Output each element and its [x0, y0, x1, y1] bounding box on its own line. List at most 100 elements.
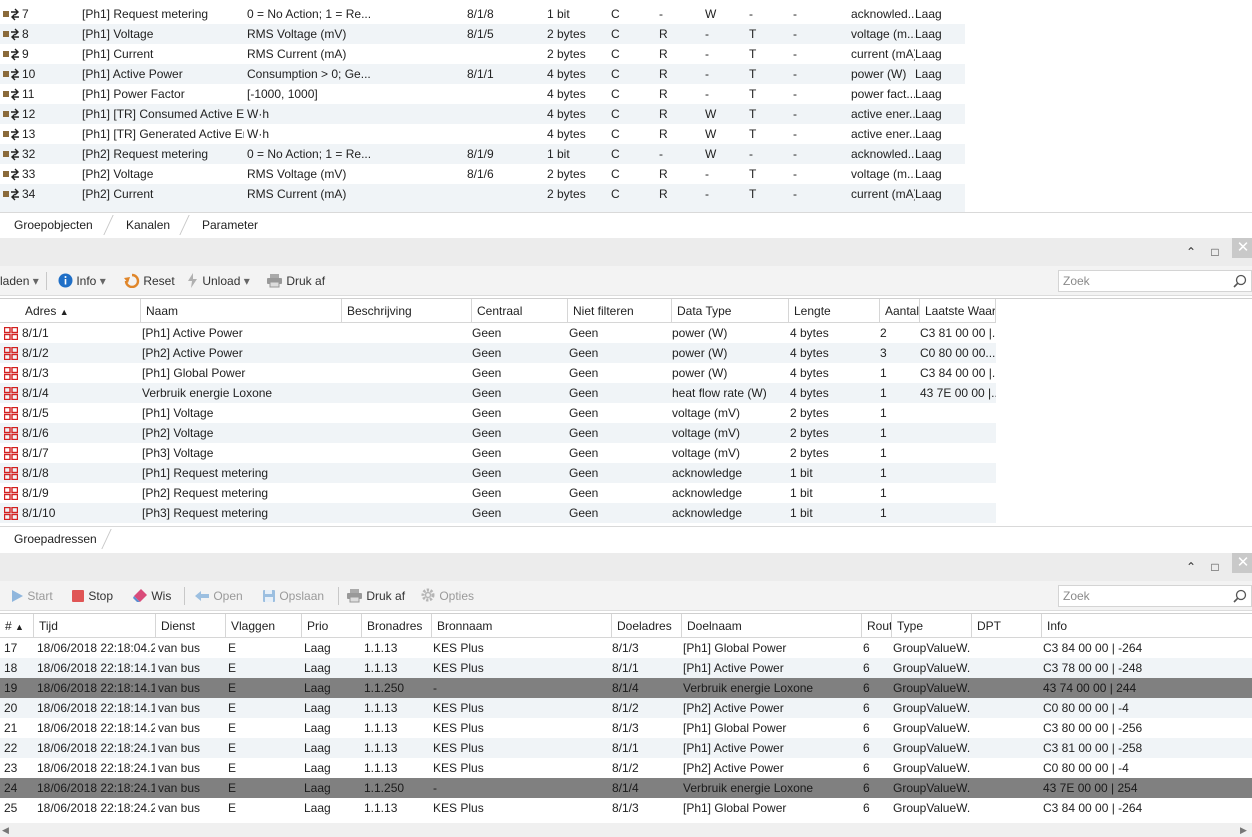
column-header-doeladres[interactable]: Doeladres	[612, 614, 682, 638]
ga-row[interactable]: 8/1/9 [Ph2] Request metering Geen Geen ackno…	[0, 483, 996, 503]
object-row[interactable]: 13 [Ph1] [TR] Generated Active En... W·h 4 …	[0, 124, 965, 144]
close-icon[interactable]: ✕	[1232, 238, 1252, 258]
search-icon[interactable]	[1233, 589, 1247, 603]
stop-button[interactable]: Stop	[71, 587, 113, 605]
column-header-dienst[interactable]: Dienst	[156, 614, 226, 638]
ga-row[interactable]: 8/1/7 [Ph3] Voltage Geen Geen voltage (mV) 2 …	[0, 443, 996, 463]
object-cell-func: RMS Voltage (mV)	[247, 167, 347, 181]
scroll-left-icon[interactable]: ◀	[2, 825, 12, 835]
column-header-vlaggen[interactable]: Vlaggen	[226, 614, 302, 638]
object-cell-name: [Ph2] Request metering	[82, 147, 209, 161]
object-cell-u: -	[793, 67, 797, 81]
clear-button[interactable]: Wis	[132, 587, 171, 605]
bus-monitor-table: # ▲ Tijd Dienst Vlaggen Prio Bronadres B…	[0, 613, 1252, 823]
monitor-row[interactable]: 23 18/06/2018 22:18:24.1... van bus E Laag 1.…	[0, 758, 1252, 778]
monitor-search-input[interactable]	[1059, 586, 1219, 606]
monitor-row[interactable]: 21 18/06/2018 22:18:14.219van bus E Laag 1.1…	[0, 718, 1252, 738]
column-header-beschrijving[interactable]: Beschrijving	[342, 299, 472, 323]
monitor-row[interactable]: 17 18/06/2018 22:18:04.2... van bus E Laag 1.…	[0, 638, 1252, 658]
open-button[interactable]: Open	[194, 587, 243, 605]
column-header-tijd[interactable]: Tijd	[34, 614, 156, 638]
maximize-icon[interactable]: □	[1207, 559, 1223, 575]
monitor-row[interactable]: 22 18/06/2018 22:18:24.1... van bus E Laag 1.…	[0, 738, 1252, 758]
object-row[interactable]: 33 [Ph2] Voltage RMS Voltage (mV) 8/1/6 2 by…	[0, 164, 965, 184]
object-row[interactable]: 11 [Ph1] Power Factor [-1000, 1000] 4 bytes…	[0, 84, 965, 104]
column-header-rout[interactable]: Rout	[862, 614, 892, 638]
object-row[interactable]: 10 [Ph1] Active Power Consumption > 0; Ge.…	[0, 64, 965, 84]
ga-search-box[interactable]	[1058, 270, 1252, 292]
close-icon[interactable]: ✕	[1232, 553, 1252, 573]
ga-row[interactable]: 8/1/1 [Ph1] Active Power Geen Geen power (W)…	[0, 323, 996, 343]
column-header-data-type[interactable]: Data Type	[672, 299, 789, 323]
column-header-laatste-waarde[interactable]: Laatste Waar	[920, 299, 996, 323]
ga-cell-len: 2 bytes	[790, 426, 829, 440]
column-header-number[interactable]: # ▲	[0, 614, 34, 638]
object-cell-addr	[467, 44, 545, 64]
monitor-cell-prio: Laag	[304, 681, 331, 695]
ga-row[interactable]: 8/1/6 [Ph2] Voltage Geen Geen voltage (mV) 2 …	[0, 423, 996, 443]
object-row[interactable]: 34 [Ph2] Current RMS Current (mA) 2 bytes C R…	[0, 184, 965, 204]
save-button[interactable]: Opslaan	[262, 587, 324, 605]
ga-row[interactable]: 8/1/4 Verbruik energie Loxone Geen Geen heat…	[0, 383, 996, 403]
horizontal-scrollbar[interactable]: ◀ ▶	[0, 823, 1252, 837]
ga-search-input[interactable]	[1059, 271, 1219, 291]
monitor-search-box[interactable]	[1058, 585, 1252, 607]
group-object-icon	[3, 168, 19, 181]
tab-groepobjecten[interactable]: Groepobjecten	[2, 213, 105, 237]
collapse-icon[interactable]: ⌃	[1183, 244, 1199, 260]
column-header-type[interactable]: Type	[892, 614, 972, 638]
printer-icon	[267, 274, 282, 288]
monitor-cell-rout: 6	[863, 781, 870, 795]
object-cell-addr: 8/1/5	[467, 27, 494, 41]
column-header-bronnaam[interactable]: Bronnaam	[432, 614, 612, 638]
column-header-adres[interactable]: Adres ▲	[20, 299, 141, 323]
object-row[interactable]: 9 [Ph1] Current RMS Current (mA) 2 bytes C R -…	[0, 44, 965, 64]
info-button[interactable]: Info ▾	[58, 272, 106, 290]
reset-button[interactable]: Reset	[124, 272, 175, 290]
ga-row[interactable]: 8/1/8 [Ph1] Request metering Geen Geen ackno…	[0, 463, 996, 483]
column-header-dpt[interactable]: DPT	[972, 614, 1042, 638]
ga-row[interactable]: 8/1/3 [Ph1] Global Power Geen Geen power (W)…	[0, 363, 996, 383]
object-row[interactable]: 8 [Ph1] Voltage RMS Voltage (mV) 8/1/5 2 byt…	[0, 24, 965, 44]
options-button[interactable]: Opties	[420, 587, 474, 605]
monitor-cell-srcname: KES Plus	[433, 661, 484, 675]
column-header-lengte[interactable]: Lengte	[789, 299, 880, 323]
tab-groepadressen[interactable]: Groepadressen	[2, 527, 109, 551]
scroll-right-icon[interactable]: ▶	[1240, 825, 1250, 835]
monitor-row[interactable]: 18 18/06/2018 22:18:14.129van bus E Laag 1.1…	[0, 658, 1252, 678]
monitor-cell-nr: 22	[4, 741, 18, 755]
ga-row[interactable]: 8/1/10 [Ph3] Request metering Geen Geen ackn…	[0, 503, 996, 523]
column-header-centraal[interactable]: Centraal	[472, 299, 568, 323]
column-header-bronadres[interactable]: Bronadres	[362, 614, 432, 638]
object-cell-nr: 10	[22, 67, 36, 81]
print-button[interactable]: Druk af	[346, 587, 405, 605]
column-header-niet-filteren[interactable]: Niet filteren	[568, 299, 672, 323]
maximize-icon[interactable]: □	[1207, 244, 1223, 260]
monitor-row[interactable]: 20 18/06/2018 22:18:14.199van bus E Laag 1.1…	[0, 698, 1252, 718]
tab-kanalen[interactable]: Kanalen	[114, 213, 182, 237]
ga-row[interactable]: 8/1/5 [Ph1] Voltage Geen Geen voltage (mV) 2 …	[0, 403, 996, 423]
object-row[interactable]: 7 [Ph1] Request metering 0 = No Action; 1 …	[0, 4, 965, 24]
column-header-doelnaam[interactable]: Doelnaam	[682, 614, 862, 638]
monitor-pane-titlebar: ⌃ □ ✕	[0, 553, 1252, 581]
object-row[interactable]: 32 [Ph2] Request metering 0 = No Action; 1…	[0, 144, 965, 164]
ga-row[interactable]: 8/1/2 [Ph2] Active Power Geen Geen power (W)…	[0, 343, 996, 363]
info-icon	[58, 273, 73, 288]
monitor-row[interactable]: 24 18/06/2018 22:18:24.1... van bus E Laag 1.…	[0, 778, 1252, 798]
print-button[interactable]: Druk af	[266, 272, 325, 290]
column-header-aantal[interactable]: Aantal	[880, 299, 920, 323]
monitor-cell-dst: 8/1/2	[612, 701, 639, 715]
monitor-row[interactable]: 19 18/06/2018 22:18:14.159van bus E Laag 1.1…	[0, 678, 1252, 698]
column-header-info[interactable]: Info	[1042, 614, 1252, 638]
start-button[interactable]: Start	[10, 587, 53, 605]
object-row[interactable]: 12 [Ph1] [TR] Consumed Active E... W·h 4 by…	[0, 104, 965, 124]
monitor-row[interactable]: 25 18/06/2018 22:18:24.2... van bus E Laag 1.…	[0, 798, 1252, 818]
load-button[interactable]: laden ▾	[0, 272, 39, 290]
monitor-cell-dst: 8/1/3	[612, 641, 639, 655]
column-header-naam[interactable]: Naam	[141, 299, 342, 323]
search-icon[interactable]	[1233, 274, 1247, 288]
unload-button[interactable]: Unload ▾	[186, 272, 250, 290]
collapse-icon[interactable]: ⌃	[1183, 559, 1199, 575]
column-header-prio[interactable]: Prio	[302, 614, 362, 638]
tab-parameter[interactable]: Parameter	[190, 213, 270, 237]
